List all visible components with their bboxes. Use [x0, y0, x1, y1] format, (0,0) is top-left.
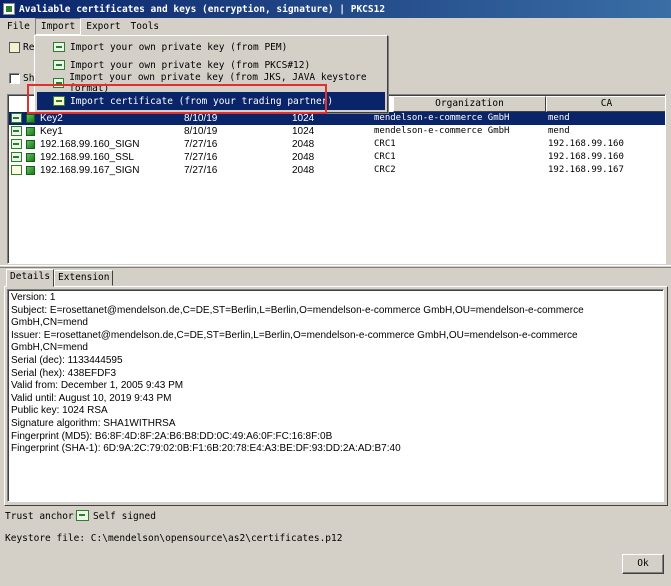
- cell-ca: 192.168.99.167: [548, 165, 624, 175]
- cell-alias: Key2: [40, 113, 63, 124]
- menu-bar: File Import Export Tools: [0, 18, 671, 35]
- menu-tools[interactable]: Tools: [126, 18, 165, 35]
- column-header-ca[interactable]: CA: [546, 96, 665, 112]
- app-icon: [3, 3, 15, 15]
- details-line: Valid from: December 1, 2005 9:43 PM: [11, 380, 184, 392]
- trusted-status-icon: [26, 153, 35, 162]
- details-line: Subject: E=rosettanet@mendelson.de,C=DE,…: [11, 304, 584, 316]
- trusted-status-icon: [26, 140, 35, 149]
- refresh-icon[interactable]: [9, 42, 20, 53]
- tab-details[interactable]: Details: [6, 269, 55, 287]
- trust-anchor-label: Trust anchor:: [5, 511, 80, 522]
- menu-item-import-jks[interactable]: Import your own private key (from JKS, J…: [37, 72, 385, 94]
- details-line: Serial (dec): 1133444595: [11, 354, 123, 366]
- menu-import[interactable]: Import: [34, 18, 82, 35]
- key-icon: [11, 113, 22, 123]
- menu-export[interactable]: Export: [81, 18, 125, 35]
- show-checkbox[interactable]: [9, 73, 20, 84]
- cell-organization: CRC2: [374, 165, 396, 175]
- cell-organization: CRC1: [374, 152, 396, 162]
- table-row[interactable]: 192.168.99.160_SIGN 7/27/16 2048 CRC1 19…: [9, 138, 665, 151]
- cell-alias: 192.168.99.167_SIGN: [40, 165, 140, 176]
- details-line: Fingerprint (SHA-1): 6D:9A:2C:79:02:0B:F…: [11, 443, 401, 455]
- table-row[interactable]: Key2 8/10/19 1024 mendelson-e-commerce G…: [9, 112, 665, 125]
- menu-item-import-certificate[interactable]: Import certificate (from your trading pa…: [37, 92, 385, 110]
- key-icon: [53, 60, 65, 70]
- trusted-status-icon: [26, 114, 35, 123]
- key-icon: [11, 152, 22, 162]
- certificate-table[interactable]: Organization CA Key2 8/10/19 1024 mendel…: [7, 94, 666, 264]
- window-title: Avaliable certificates and keys (encrypt…: [19, 3, 386, 15]
- key-icon: [76, 510, 89, 521]
- split-pane-divider[interactable]: [0, 265, 671, 268]
- cell-length: 1024: [292, 113, 315, 124]
- keystore-file-path: Keystore file: C:\mendelson\opensource\a…: [5, 533, 343, 544]
- certificate-icon: [53, 96, 65, 106]
- key-icon: [11, 126, 22, 136]
- table-row[interactable]: Key1 8/10/19 1024 mendelson-e-commerce G…: [9, 125, 665, 138]
- cell-alias: Key1: [40, 126, 63, 137]
- cell-length: 2048: [292, 165, 315, 176]
- cell-ca: mend: [548, 113, 570, 123]
- cell-organization: CRC1: [374, 139, 396, 149]
- cell-organization: mendelson-e-commerce GmbH: [374, 113, 510, 123]
- table-row[interactable]: 192.168.99.167_SIGN 7/27/16 2048 CRC2 19…: [9, 164, 665, 177]
- cell-length: 1024: [292, 126, 315, 137]
- trust-anchor-value: Self signed: [93, 511, 156, 522]
- table-row[interactable]: 192.168.99.160_SSL 7/27/16 2048 CRC1 192…: [9, 151, 665, 164]
- key-icon: [53, 42, 65, 52]
- details-line: Signature algorithm: SHA1WITHRSA: [11, 417, 176, 429]
- show-checkbox-label: Sh: [23, 73, 35, 84]
- cell-ca: mend: [548, 126, 570, 136]
- menu-item-import-pem[interactable]: Import your own private key (from PEM): [37, 38, 385, 56]
- trusted-status-icon: [26, 127, 35, 136]
- toolbar-button-label[interactable]: Re: [23, 42, 34, 53]
- column-header-organization[interactable]: Organization: [393, 96, 546, 112]
- details-line: Public key: 1024 RSA: [11, 405, 108, 417]
- menu-item-label: Import your own private key (from PKCS#1…: [70, 59, 311, 71]
- cell-date: 8/10/19: [184, 126, 218, 137]
- details-line: Issuer: E=rosettanet@mendelson.de,C=DE,S…: [11, 329, 578, 341]
- cell-alias: 192.168.99.160_SIGN: [40, 139, 140, 150]
- cell-ca: 192.168.99.160: [548, 152, 624, 162]
- import-dropdown-menu: Import your own private key (from PEM) I…: [34, 35, 388, 113]
- cell-date: 7/27/16: [184, 139, 218, 150]
- details-line: Version: 1: [11, 292, 56, 303]
- menu-item-label: Import your own private key (from JKS, J…: [69, 72, 367, 94]
- cell-ca: 192.168.99.160: [548, 139, 624, 149]
- key-icon: [53, 78, 65, 88]
- details-line: Fingerprint (MD5): B6:8F:4D:8F:2A:B6:B8:…: [11, 430, 333, 442]
- certificate-icon: [11, 165, 22, 175]
- cell-date: 7/27/16: [184, 152, 218, 163]
- menu-item-label: Import your own private key (from PEM): [70, 41, 288, 53]
- cell-date: 8/10/19: [184, 113, 218, 124]
- cell-date: 7/27/16: [184, 165, 218, 176]
- details-line: Serial (hex): 438EFDF3: [11, 367, 117, 379]
- details-line: GmbH,CN=mend: [11, 317, 88, 329]
- details-line: GmbH,CN=mend: [11, 342, 88, 354]
- title-bar: Avaliable certificates and keys (encrypt…: [0, 0, 671, 18]
- ok-button[interactable]: Ok: [622, 554, 664, 574]
- certificate-details-text[interactable]: Version: 1 Subject: E=rosettanet@mendels…: [7, 289, 664, 502]
- details-line: Valid until: August 10, 2019 9:43 PM: [11, 392, 172, 404]
- menu-item-label: Import certificate (from your trading pa…: [70, 95, 334, 107]
- cell-organization: mendelson-e-commerce GmbH: [374, 126, 510, 136]
- menu-file[interactable]: File: [2, 18, 35, 35]
- tab-extension[interactable]: Extension: [54, 270, 114, 286]
- key-icon: [11, 139, 22, 149]
- trusted-status-icon: [26, 166, 35, 175]
- cell-length: 2048: [292, 152, 315, 163]
- cell-length: 2048: [292, 139, 315, 150]
- cell-alias: 192.168.99.160_SSL: [40, 152, 134, 163]
